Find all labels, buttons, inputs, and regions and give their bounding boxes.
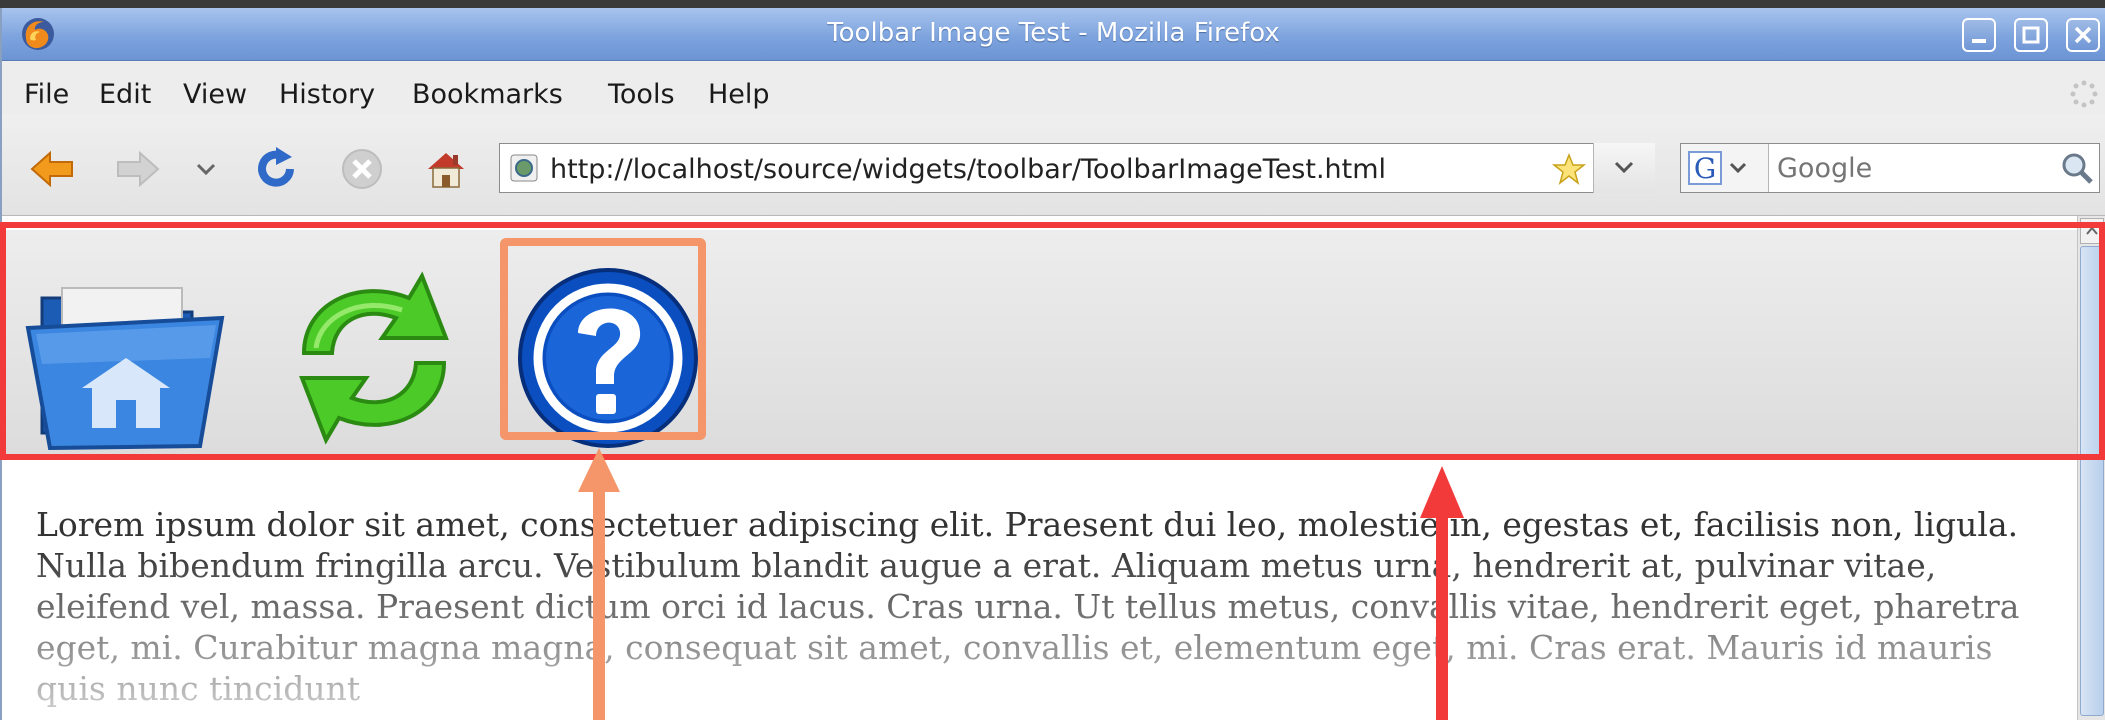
toolbar-pointer-arrow bbox=[1420, 466, 1464, 720]
annotation-arrows bbox=[578, 448, 1464, 720]
help-pointer-arrow bbox=[578, 448, 620, 720]
